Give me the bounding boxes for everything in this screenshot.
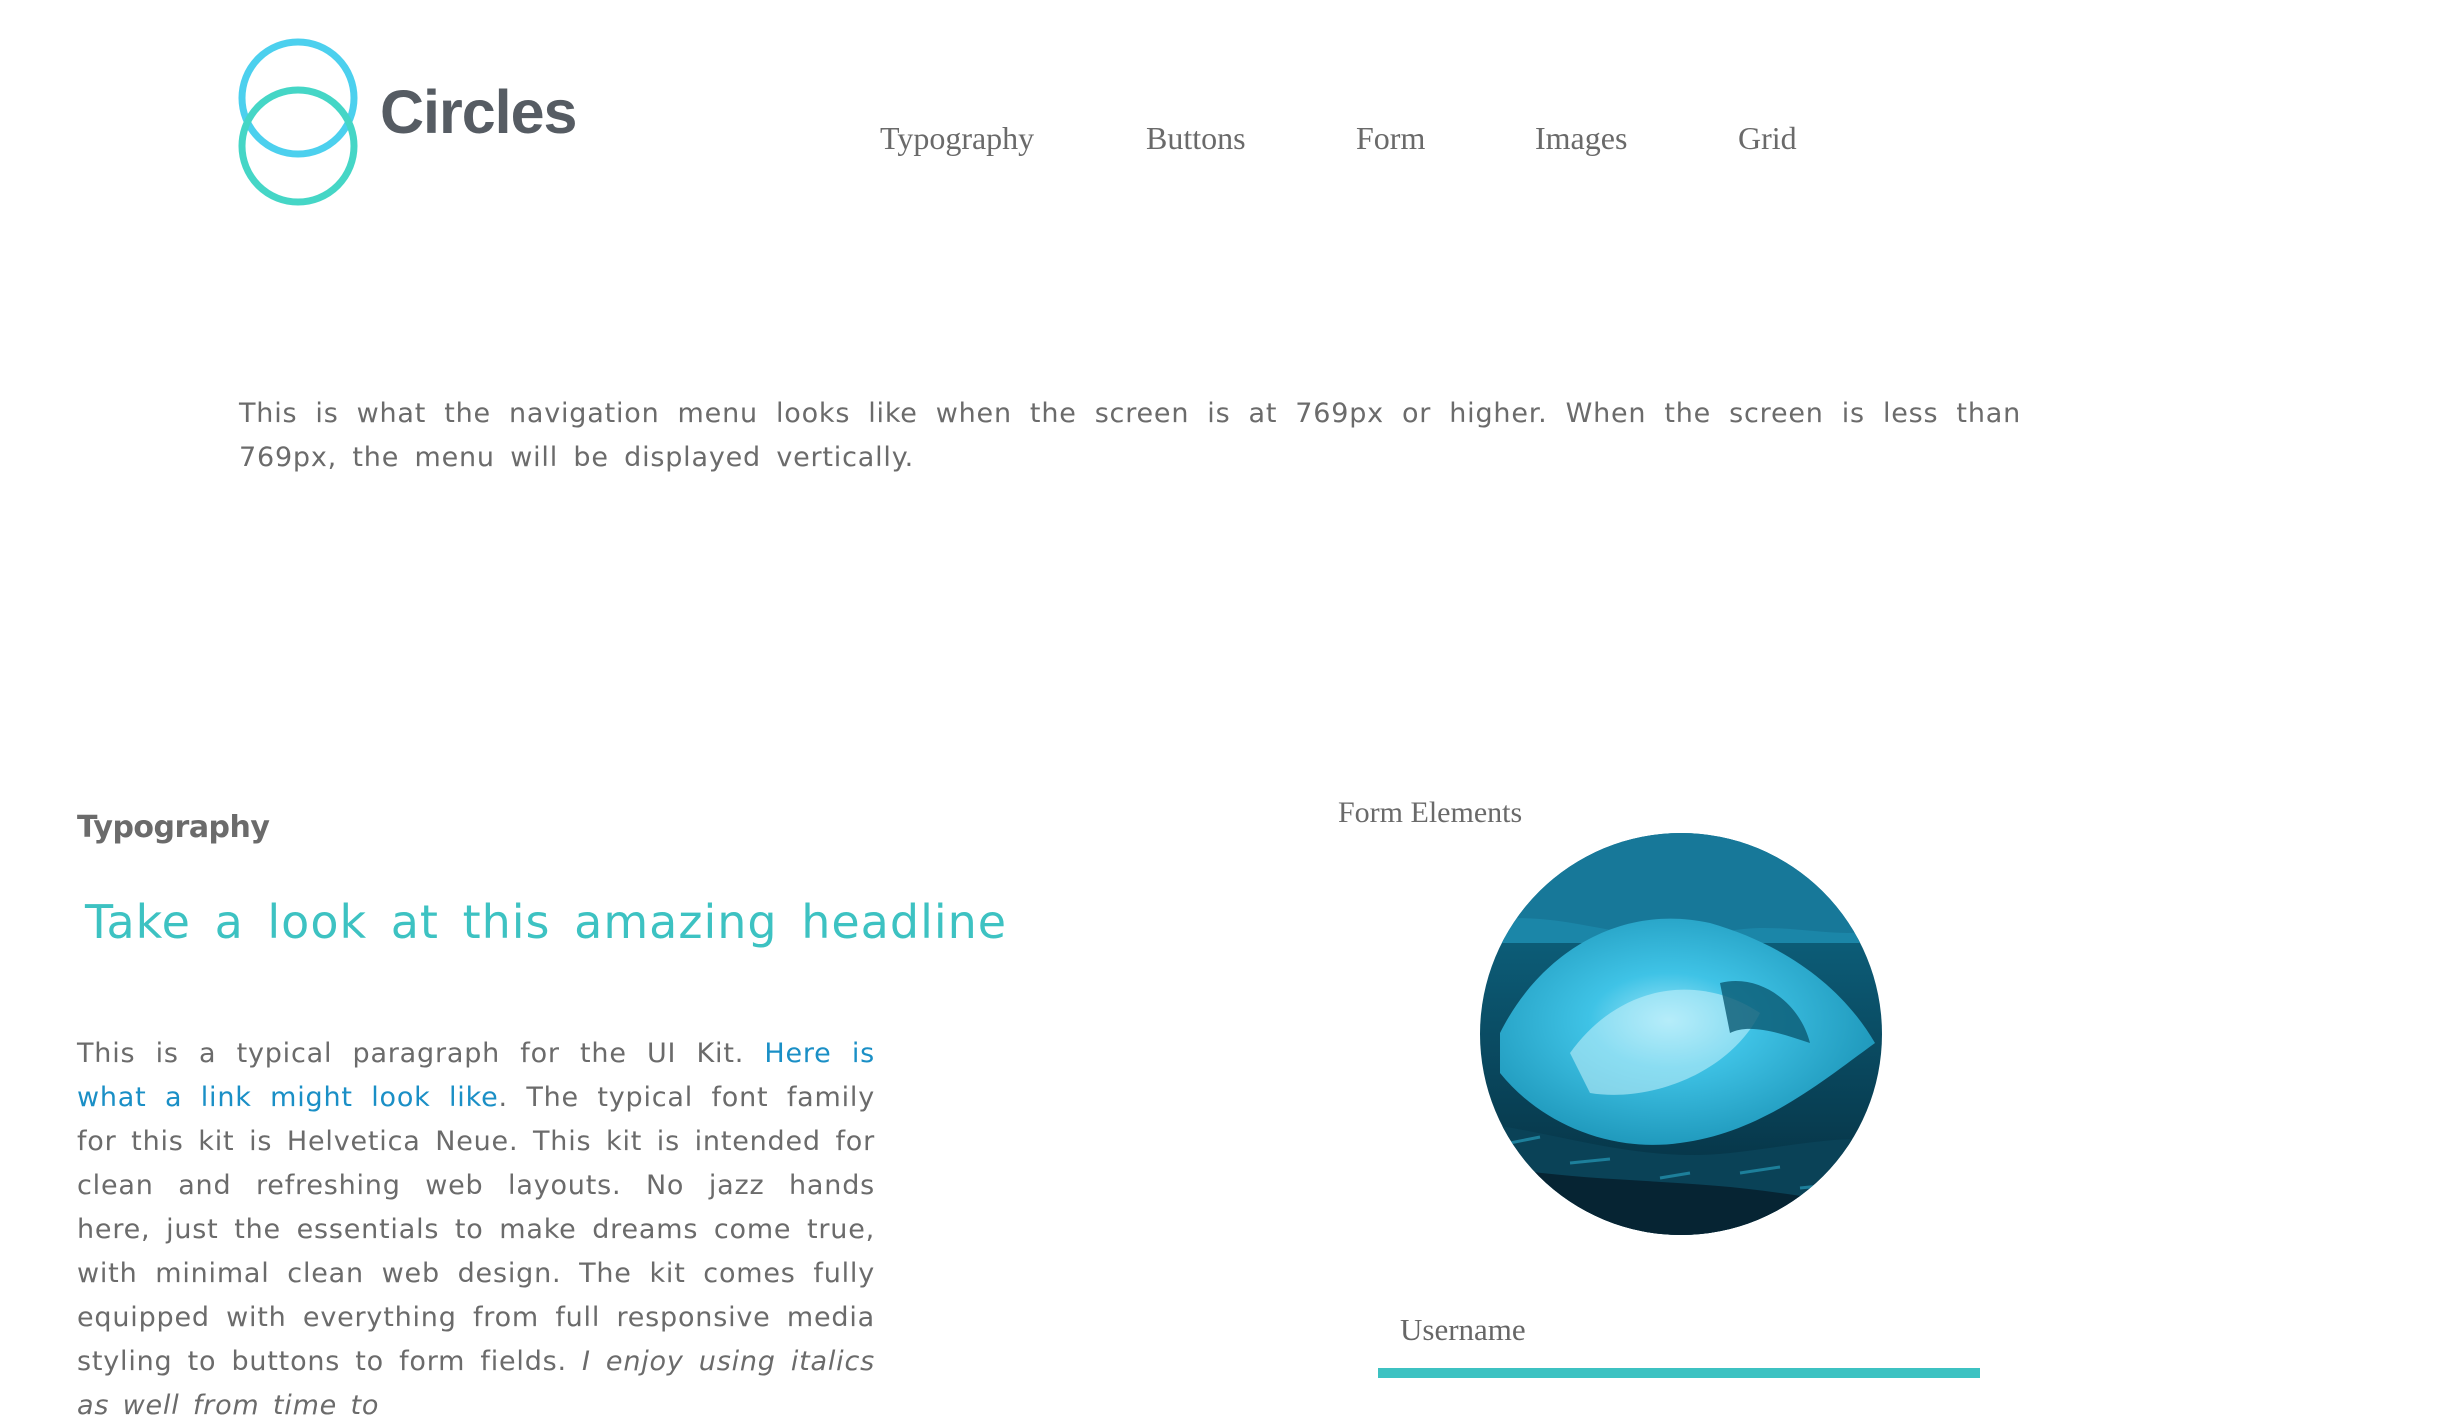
ocean-wave-photo <box>1480 833 1882 1235</box>
paragraph-mid-text: . The typical font family for this kit i… <box>77 1082 875 1377</box>
typography-section-title: Typography <box>77 810 270 845</box>
headline: Take a look at this amazing headline <box>85 895 1008 949</box>
username-input[interactable] <box>1378 1368 1980 1378</box>
brand-name: Circles <box>380 78 577 146</box>
nav-item-buttons[interactable]: Buttons <box>1146 118 1246 158</box>
form-section-title: Form Elements <box>1338 796 1523 829</box>
typography-paragraph: This is a typical paragraph for the UI K… <box>77 1032 875 1428</box>
nav-item-form[interactable]: Form <box>1356 118 1425 158</box>
intro-text: This is what the navigation menu looks l… <box>239 398 2021 473</box>
circles-logo-icon <box>238 38 358 206</box>
paragraph-start-text: This is a typical paragraph for the UI K… <box>77 1038 765 1069</box>
nav-item-typography[interactable]: Typography <box>880 118 1034 158</box>
nav-item-grid[interactable]: Grid <box>1738 118 1797 158</box>
nav-item-images[interactable]: Images <box>1535 118 1627 158</box>
username-label: Username <box>1400 1312 1526 1347</box>
